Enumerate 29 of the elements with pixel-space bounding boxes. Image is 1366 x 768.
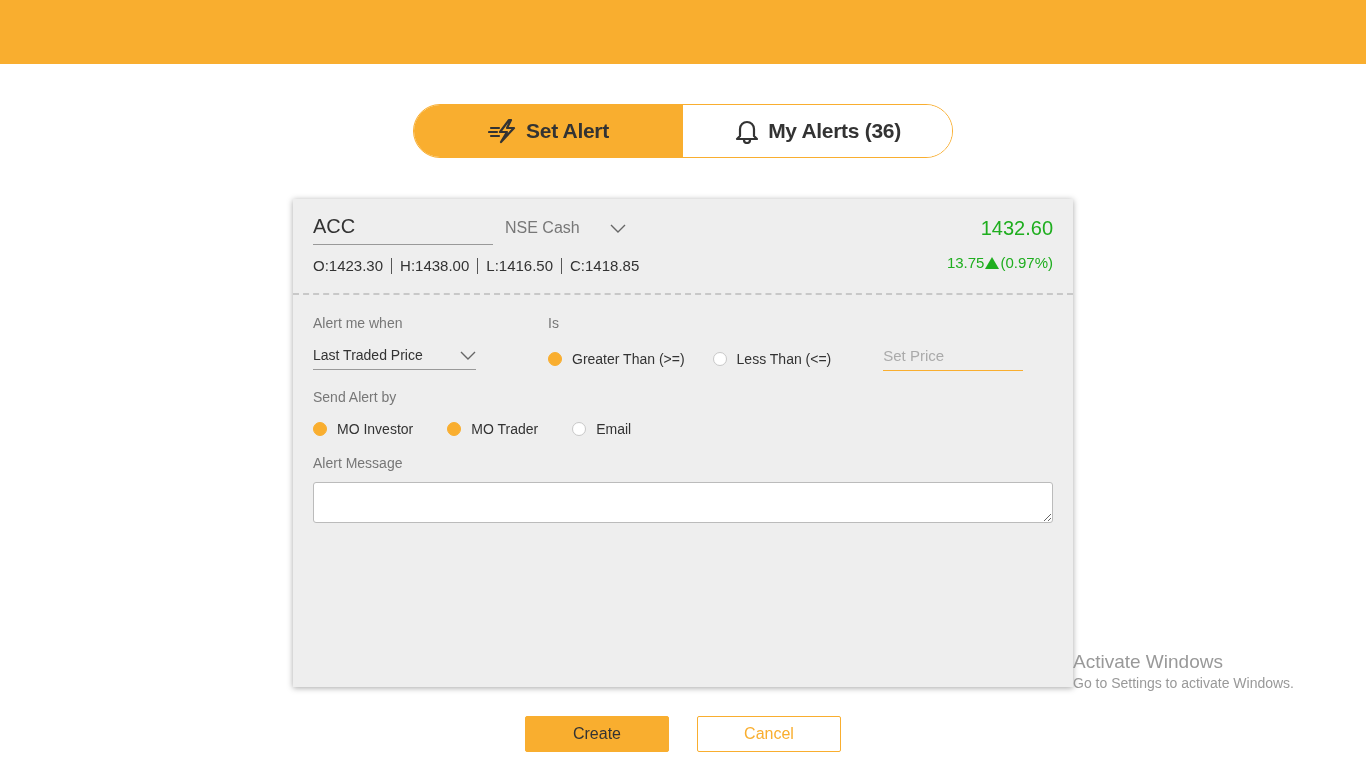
ohlc-value: L:1416.50 xyxy=(486,257,554,274)
price-input[interactable]: Set Price xyxy=(883,347,1024,371)
field-label: Alert me when xyxy=(313,315,404,331)
comparison-radio[interactable]: Less Than (<=) xyxy=(712,351,832,367)
ohlc-value: O:1423.30 xyxy=(313,257,384,274)
channel-option[interactable]: MO Trader xyxy=(447,421,539,437)
watermark-text: Go to Settings to activate Windows. xyxy=(1073,675,1294,691)
exchange-dropdown[interactable]: NSE Cash xyxy=(505,219,626,245)
ohlc-value: C:1418.85 xyxy=(570,257,640,274)
chevron-down-icon xyxy=(460,350,476,360)
ohlc-value: H:1438.00 xyxy=(400,257,470,274)
channel-option[interactable]: MO Investor xyxy=(313,421,414,437)
field-label: Alert Message xyxy=(313,455,404,471)
field-label: Send Alert by xyxy=(313,389,398,405)
last-price: 1432.60 xyxy=(979,217,1053,240)
watermark-title: Activate Windows xyxy=(1073,651,1224,673)
field-label: Is xyxy=(548,315,560,331)
bell-icon xyxy=(734,118,761,144)
condition-dropdown[interactable]: Last Traded Price xyxy=(313,347,476,370)
message-field[interactable] xyxy=(313,482,1053,523)
symbol-field[interactable]: ACC xyxy=(313,215,493,245)
chevron-down-icon xyxy=(609,223,626,233)
tab[interactable]: Set Alert xyxy=(414,105,683,157)
price-change-percent: (0.97%) xyxy=(1000,254,1053,271)
comparison-radio[interactable]: Greater Than (>=) xyxy=(548,351,685,367)
channel-option[interactable]: Email xyxy=(572,421,632,437)
create-button[interactable]: Create xyxy=(525,716,669,752)
price-change: 13.75 xyxy=(946,254,985,271)
up-triangle-icon xyxy=(985,256,1000,269)
